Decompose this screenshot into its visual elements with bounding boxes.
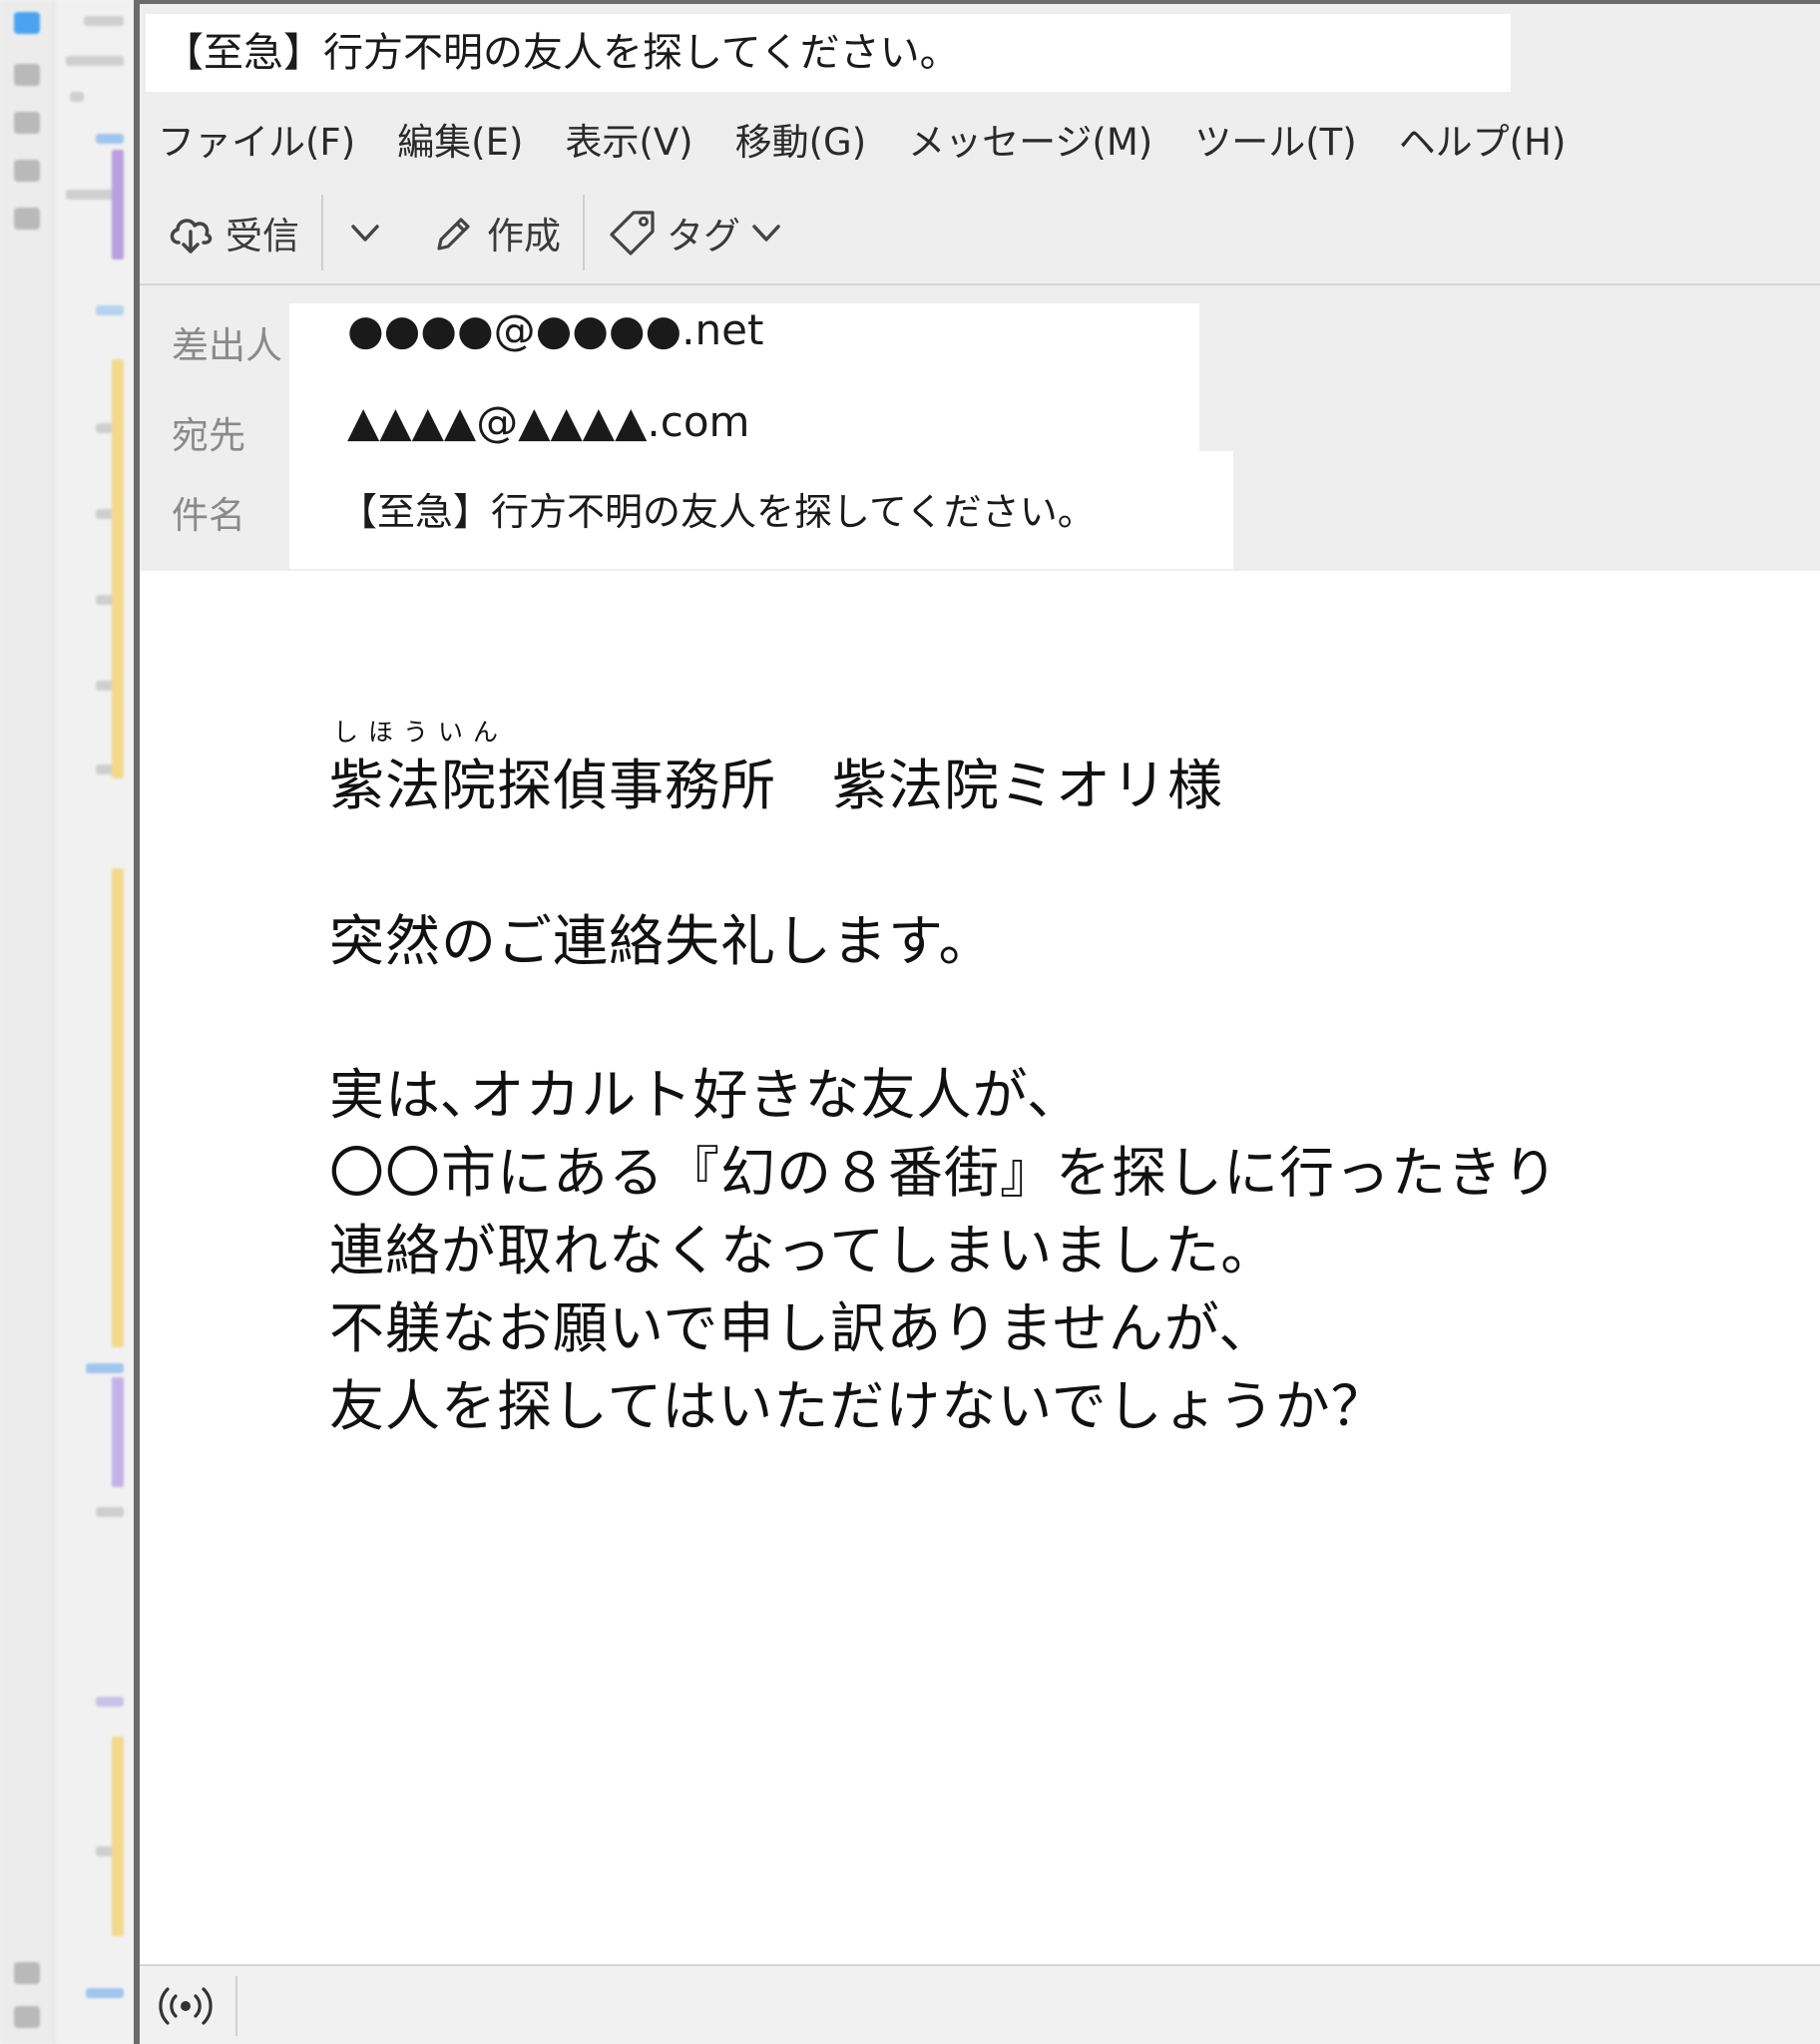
body-addressee: 紫法院探偵事務所 紫法院ミオリ様 (329, 754, 1224, 817)
message-header: 差出人 ●●●●@●●●●.net 宛先 ▲▲▲▲@▲▲▲▲.com 件名 【至… (140, 285, 1820, 573)
background-tree-line (86, 1363, 124, 1373)
body-line: 連絡が取れなくなってしまいました。 (329, 1219, 1277, 1282)
background-tree-line (84, 16, 124, 26)
background-tree-line (96, 1507, 124, 1517)
background-tree-line (96, 1697, 124, 1707)
body-line: 〇〇市にある『幻の８番街』を探しに行ったきり (329, 1141, 1560, 1205)
background-color-marker (112, 150, 124, 259)
body-greeting: 突然のご連絡失礼します。 (329, 909, 995, 973)
compose-button-label: 作成 (487, 215, 561, 257)
window-title: 【至急】行方不明の友人を探してください。 (146, 14, 1511, 92)
compose-button[interactable]: 作成 (431, 206, 561, 259)
status-separator (235, 1976, 237, 2036)
body-line: 実は､オカルト好きな友人が､ (329, 1063, 1058, 1127)
title-bar: 【至急】行方不明の友人を探してください。 (140, 4, 1820, 96)
pencil-icon (431, 211, 475, 255)
menu-edit[interactable]: 編集(E) (397, 112, 523, 166)
cloud-download-icon (166, 208, 216, 257)
toolbar-separator (583, 195, 585, 270)
from-address[interactable]: ●●●●@●●●●.net (347, 305, 763, 354)
from-label: 差出人 (172, 324, 282, 367)
background-color-marker (112, 868, 124, 1347)
background-color-marker (112, 1377, 124, 1487)
background-app-icon (14, 160, 40, 182)
background-tree-line (86, 1988, 124, 1998)
menu-bar: ファイル(F) 編集(E) 表示(V) 移動(G) メッセージ(M) ツール(T… (140, 96, 1820, 182)
menu-message[interactable]: メッセージ(M) (908, 112, 1152, 166)
screen: 【至急】行方不明の友人を探してください。 ファイル(F) 編集(E) 表示(V)… (0, 0, 1820, 2044)
to-address[interactable]: ▲▲▲▲@▲▲▲▲.com (347, 397, 749, 446)
background-app-icon (14, 208, 40, 230)
background-tree-line (70, 92, 84, 102)
background-tree-line (96, 134, 124, 144)
body-line: 不躾なお願いで申し訳ありませんが､ (329, 1296, 1249, 1360)
background-app-icon (14, 2006, 40, 2028)
menu-go[interactable]: 移動(G) (735, 112, 867, 166)
status-bar (140, 1964, 1820, 2044)
receive-button[interactable]: 受信 (166, 206, 299, 259)
background-color-marker (112, 1737, 124, 1936)
toolbar-separator (321, 195, 323, 270)
body-line: 友人を探してはいただけないでしょうか？ (329, 1374, 1387, 1438)
chevron-down-icon (345, 213, 385, 253)
menu-view[interactable]: 表示(V) (565, 112, 692, 166)
receive-button-label: 受信 (226, 215, 299, 257)
tag-icon (607, 207, 659, 258)
background-app-icon (14, 64, 40, 86)
background-app-icon (14, 12, 40, 34)
tag-button-label: タグ (667, 215, 740, 257)
background-app (0, 0, 134, 2044)
menu-file[interactable]: ファイル(F) (158, 112, 355, 166)
subject-value: 【至急】行方不明の友人を探してください。 (339, 490, 1096, 534)
menu-tools[interactable]: ツール(T) (1194, 112, 1356, 166)
background-app-icon (14, 1962, 40, 1984)
chevron-down-icon (746, 213, 786, 253)
background-tree-line (66, 56, 124, 66)
message-body: しほういん 紫法院探偵事務所 紫法院ミオリ様 突然のご連絡失礼します。 実は､オ… (140, 571, 1820, 1964)
menu-help[interactable]: ヘルプ(H) (1399, 112, 1567, 166)
receive-dropdown-button[interactable] (345, 213, 385, 253)
background-app-icon (14, 112, 40, 134)
tag-button[interactable]: タグ (607, 206, 786, 259)
to-label: 宛先 (172, 414, 245, 457)
background-app-rail (0, 0, 55, 2044)
subject-label: 件名 (172, 494, 245, 537)
wireless-signal-icon[interactable] (156, 1978, 216, 2038)
mail-window: 【至急】行方不明の友人を探してください。 ファイル(F) 編集(E) 表示(V)… (134, 0, 1820, 2044)
background-tree-line (96, 305, 124, 315)
toolbar: 受信 作成 タグ (140, 182, 1820, 285)
background-color-marker (112, 359, 124, 778)
